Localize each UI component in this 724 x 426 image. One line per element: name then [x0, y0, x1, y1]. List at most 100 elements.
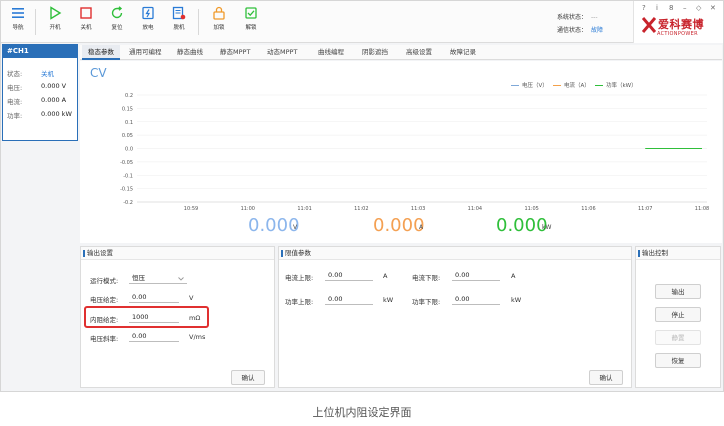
power-label: 功率:: [7, 112, 23, 120]
comm-status: 通信状态： 故障: [557, 25, 603, 34]
toolbar: 导航 开机 关机 复位 放电 脱机 加锁 解锁 系统状态： --- 通信状态： …: [1, 1, 723, 43]
brand-logo-icon: [642, 17, 656, 33]
figure-caption: 上位机内阻设定界面: [312, 406, 412, 419]
x-tick-label: 11:00: [241, 206, 255, 212]
help-icon[interactable]: ?: [642, 4, 646, 12]
info-icon[interactable]: i: [656, 4, 658, 12]
resistance-highlight-box: [84, 306, 209, 328]
lock-button[interactable]: 加锁: [206, 6, 232, 31]
stop-icon: [80, 7, 92, 19]
voltage-reading-unit: V: [293, 224, 298, 231]
x-tick-label: 11:04: [468, 206, 482, 212]
discharge-button[interactable]: 放电: [135, 6, 161, 31]
standby-button[interactable]: 静置: [655, 330, 701, 345]
power-value: 0.000 kW: [41, 110, 72, 118]
power-upper-input[interactable]: 0.00: [325, 293, 373, 305]
unlock-label: 解锁: [245, 25, 257, 31]
power-reading: 0.000: [496, 215, 548, 236]
unlock-icon: [245, 7, 257, 19]
voltage-value: 0.000 V: [41, 82, 67, 90]
current-upper-label: 电流上限:: [285, 274, 314, 282]
x-tick-label: 11:02: [354, 206, 368, 212]
legend-power-swatch: [595, 85, 603, 86]
current-reading: 0.000: [373, 215, 425, 236]
x-tick-label: 11:01: [297, 206, 311, 212]
system-status: 系统状态： ---: [557, 12, 598, 21]
y-tick-label: 0.0: [125, 147, 133, 153]
legend-current: 电流（A）: [553, 81, 590, 89]
tab-shadow[interactable]: 阴影遮挡: [356, 45, 394, 60]
user-icon[interactable]: 8: [669, 4, 673, 12]
legend-voltage-swatch: [511, 85, 519, 86]
slope-unit: V/ms: [189, 333, 206, 341]
voltage-reading: 0.000: [248, 215, 300, 236]
current-value: 0.000 A: [41, 96, 67, 104]
tab-general-program[interactable]: 通用可编程: [123, 45, 168, 60]
channel-voltage-row: 电压: 0.000 V: [7, 82, 66, 92]
power-reading-unit: kW: [542, 224, 552, 231]
brand-name-cn: 爱科赛博: [658, 18, 704, 31]
voltage-set-label: 电压给定:: [90, 296, 119, 304]
tab-static-curve[interactable]: 静态曲线: [171, 45, 209, 60]
minimize-icon[interactable]: –: [683, 4, 687, 12]
power-on-button[interactable]: 开机: [42, 6, 68, 31]
offline-button[interactable]: 脱机: [166, 6, 192, 31]
legend-power: 功率（kW）: [595, 81, 637, 89]
y-tick-label: -0.15: [120, 187, 133, 193]
tab-static-mppt[interactable]: 静态MPPT: [214, 45, 256, 60]
channel-current-row: 电流: 0.000 A: [7, 96, 66, 106]
x-tick-label: 11:03: [411, 206, 425, 212]
current-lower-unit: A: [511, 272, 516, 280]
tab-advanced[interactable]: 高级设置: [400, 45, 438, 60]
output-settings-panel: 输出设置 运行模式: 恒压 电压给定: 0.00 V 内阻给定: 1000 mΩ…: [80, 246, 275, 388]
power-lower-label: 功率下限:: [412, 298, 441, 306]
stop-button[interactable]: 停止: [655, 307, 701, 322]
mode-label: 运行模式:: [90, 277, 119, 285]
discharge-icon: [142, 6, 154, 20]
power-lower-input[interactable]: 0.00: [452, 293, 500, 305]
menu-icon: [12, 8, 24, 18]
limits-confirm-button[interactable]: 确认: [589, 370, 623, 385]
power-lower-unit: kW: [511, 296, 522, 304]
tab-fault-log[interactable]: 故障记录: [444, 45, 482, 60]
output-button[interactable]: 输出: [655, 284, 701, 299]
mode-select[interactable]: 恒压: [129, 272, 187, 284]
y-tick-label: -0.05: [120, 160, 133, 166]
toolbar-divider: [35, 9, 36, 35]
nav-button[interactable]: 导航: [5, 6, 31, 31]
restore-button[interactable]: 恢复: [655, 353, 701, 368]
tab-steady-params[interactable]: 稳态参数: [82, 45, 120, 60]
current-upper-input[interactable]: 0.00: [325, 269, 373, 281]
y-tick-label: 0.1: [125, 120, 133, 126]
x-tick-label: 10:59: [184, 206, 198, 212]
reset-button[interactable]: 复位: [104, 6, 130, 31]
lock-icon: [213, 6, 225, 20]
current-lower-input[interactable]: 0.00: [452, 269, 500, 281]
nav-label: 导航: [12, 25, 24, 31]
output-control-panel: 输出控制 输出 停止 静置 恢复: [635, 246, 721, 388]
reset-icon: [111, 6, 123, 19]
channel-panel[interactable]: #CH1 状态: 关机 电压: 0.000 V 电流: 0.000 A 功率: 0.00…: [2, 44, 78, 141]
unlock-button[interactable]: 解锁: [238, 6, 264, 31]
slope-input[interactable]: 0.00: [129, 330, 179, 342]
output-confirm-button[interactable]: 确认: [231, 370, 265, 385]
channel-title: #CH1: [3, 45, 77, 58]
close-icon[interactable]: ✕: [710, 4, 716, 12]
voltage-label: 电压:: [7, 84, 23, 92]
power-off-button[interactable]: 关机: [73, 6, 99, 31]
tab-curve-program[interactable]: 曲线编程: [312, 45, 350, 60]
toolbar-divider: [198, 9, 199, 35]
x-tick-label: 11:06: [581, 206, 595, 212]
tab-dynamic-mppt[interactable]: 动态MPPT: [261, 45, 303, 60]
voltage-set-unit: V: [189, 294, 194, 302]
y-tick-label: 0.15: [122, 106, 133, 112]
mode-indicator: CV: [90, 66, 107, 80]
output-control-title: 输出控制: [636, 247, 720, 260]
restore-icon[interactable]: ◇: [696, 4, 701, 12]
tab-bar: 稳态参数 通用可编程 静态曲线 静态MPPT 动态MPPT 曲线编程 阴影遮挡 …: [80, 45, 722, 60]
current-upper-unit: A: [383, 272, 388, 280]
voltage-set-input[interactable]: 0.00: [129, 291, 179, 303]
system-status-value: ---: [591, 14, 598, 21]
comm-status-value: 故障: [591, 27, 604, 34]
y-tick-label: -0.2: [123, 200, 133, 206]
